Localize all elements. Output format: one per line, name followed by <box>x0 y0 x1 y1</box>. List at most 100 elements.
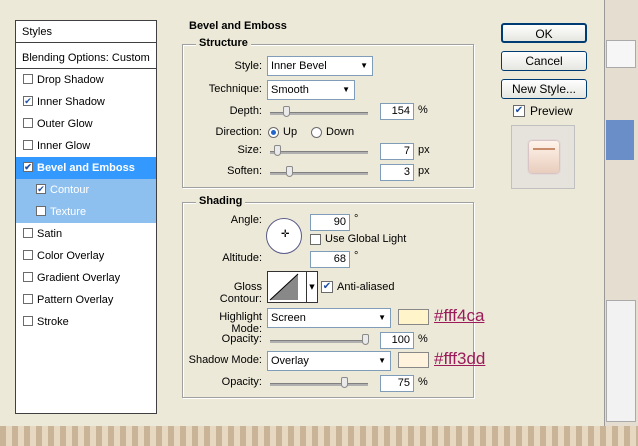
style-item-label: Satin <box>37 228 63 240</box>
style-item-checkbox[interactable]: ✔ <box>36 184 46 194</box>
chevron-down-icon: ▼ <box>378 313 386 322</box>
soften-unit: px <box>418 165 430 177</box>
highlight-opacity-label: Opacity: <box>221 333 262 345</box>
style-select-value: Inner Bevel <box>271 60 327 72</box>
preview-label: Preview <box>530 104 573 118</box>
style-item-gradient-overlay[interactable]: Gradient Overlay <box>16 267 156 289</box>
style-item-texture[interactable]: Texture <box>16 201 156 223</box>
highlight-mode-select[interactable]: Screen ▼ <box>267 308 391 328</box>
style-item-contour[interactable]: ✔ Contour <box>16 179 156 201</box>
style-item-checkbox[interactable] <box>23 250 33 260</box>
highlight-opacity-input[interactable]: 100 <box>380 332 414 349</box>
shadow-opacity-slider[interactable] <box>270 383 368 386</box>
size-unit: px <box>418 144 430 156</box>
style-item-label: Inner Shadow <box>37 96 105 108</box>
direction-up-radio[interactable] <box>268 127 279 138</box>
ok-button[interactable]: OK <box>501 23 587 43</box>
soften-input[interactable]: 3 <box>380 164 414 181</box>
structure-title: Structure <box>196 37 251 49</box>
style-item-label: Stroke <box>37 316 69 328</box>
style-item-label: Drop Shadow <box>37 74 104 86</box>
chevron-down-icon: ▼ <box>342 85 350 94</box>
depth-slider-thumb[interactable] <box>283 106 290 117</box>
angle-unit: ° <box>354 213 359 225</box>
shadow-mode-label: Shadow Mode: <box>188 354 262 366</box>
style-item-label: Gradient Overlay <box>37 272 121 284</box>
technique-select-value: Smooth <box>271 84 309 96</box>
shadow-mode-select[interactable]: Overlay ▼ <box>267 351 391 371</box>
background-widget <box>606 300 636 422</box>
angle-input[interactable]: 90 <box>310 214 350 231</box>
technique-select[interactable]: Smooth ▼ <box>267 80 355 100</box>
highlight-opacity-slider[interactable] <box>270 340 368 343</box>
style-item-checkbox[interactable]: ✔ <box>23 96 33 106</box>
size-slider[interactable] <box>270 151 368 154</box>
shadow-color-swatch[interactable] <box>398 352 429 368</box>
anti-aliased-label: Anti-aliased <box>337 281 395 293</box>
style-item-label: Contour <box>50 184 90 196</box>
style-item-color-overlay[interactable]: Color Overlay <box>16 245 156 267</box>
altitude-label: Altitude: <box>222 252 262 264</box>
shadow-opacity-thumb[interactable] <box>341 377 348 388</box>
style-item-satin[interactable]: Satin <box>16 223 156 245</box>
style-item-label: Inner Glow <box>37 140 91 152</box>
soften-slider-thumb[interactable] <box>286 166 293 177</box>
background-widget <box>606 120 634 160</box>
style-item-label: Outer Glow <box>37 118 93 130</box>
style-item-checkbox[interactable] <box>23 118 33 128</box>
blending-options-label: Blending Options: Custom <box>22 52 150 64</box>
style-select[interactable]: Inner Bevel ▼ <box>267 56 373 76</box>
styles-header[interactable]: Styles <box>16 21 156 43</box>
direction-down-radio[interactable] <box>311 127 322 138</box>
gloss-contour-picker[interactable] <box>267 271 307 303</box>
angle-label: Angle: <box>230 214 262 226</box>
altitude-unit: ° <box>354 250 359 262</box>
style-label: Style: <box>234 60 262 72</box>
style-item-stroke[interactable]: Stroke <box>16 311 156 333</box>
cancel-button[interactable]: Cancel <box>501 51 587 71</box>
style-item-checkbox[interactable] <box>36 206 46 216</box>
style-item-checkbox[interactable] <box>23 316 33 326</box>
altitude-input[interactable]: 68 <box>310 251 350 268</box>
style-item-outer-glow[interactable]: Outer Glow <box>16 113 156 135</box>
style-item-bevel-and-emboss[interactable]: ✔ Bevel and Emboss <box>16 157 156 179</box>
style-item-pattern-overlay[interactable]: Pattern Overlay <box>16 289 156 311</box>
style-item-checkbox[interactable] <box>23 272 33 282</box>
contour-curve-icon <box>269 273 299 301</box>
style-item-checkbox[interactable] <box>23 294 33 304</box>
style-preview-thumbnail <box>511 125 575 189</box>
background-widget <box>606 40 636 68</box>
size-label: Size: <box>237 144 262 156</box>
shadow-opacity-input[interactable]: 75 <box>380 375 414 392</box>
style-item-checkbox[interactable] <box>23 228 33 238</box>
highlight-opacity-unit: % <box>418 333 428 345</box>
chevron-down-icon: ▼ <box>360 61 368 70</box>
highlight-color-swatch[interactable] <box>398 309 429 325</box>
gloss-contour-dropdown[interactable]: ▼ <box>307 271 318 303</box>
shadow-opacity-unit: % <box>418 376 428 388</box>
preview-checkbox[interactable]: ✔ <box>513 105 525 117</box>
style-item-inner-shadow[interactable]: ✔ Inner Shadow <box>16 91 156 113</box>
anti-aliased-checkbox[interactable]: ✔ <box>321 281 333 293</box>
style-item-checkbox[interactable] <box>23 140 33 150</box>
style-item-label: Pattern Overlay <box>37 294 114 306</box>
angle-dial[interactable]: ✛ <box>266 218 302 254</box>
blending-options-item[interactable]: Blending Options: Custom <box>16 47 156 69</box>
shadow-mode-value: Overlay <box>271 355 309 367</box>
style-item-drop-shadow[interactable]: Drop Shadow <box>16 69 156 91</box>
size-input[interactable]: 7 <box>380 143 414 160</box>
highlight-opacity-thumb[interactable] <box>362 334 369 345</box>
background-canvas <box>0 426 638 446</box>
size-slider-thumb[interactable] <box>274 145 281 156</box>
style-item-checkbox[interactable]: ✔ <box>23 162 33 172</box>
soften-slider[interactable] <box>270 172 368 175</box>
style-item-checkbox[interactable] <box>23 74 33 84</box>
depth-input[interactable]: 154 <box>380 103 414 120</box>
depth-unit: % <box>418 104 428 116</box>
depth-label: Depth: <box>229 105 262 117</box>
new-style-button[interactable]: New Style... <box>501 79 587 99</box>
style-item-inner-glow[interactable]: Inner Glow <box>16 135 156 157</box>
global-light-checkbox[interactable] <box>310 234 321 245</box>
technique-label: Technique: <box>208 83 262 95</box>
chevron-down-icon: ▼ <box>378 356 386 365</box>
